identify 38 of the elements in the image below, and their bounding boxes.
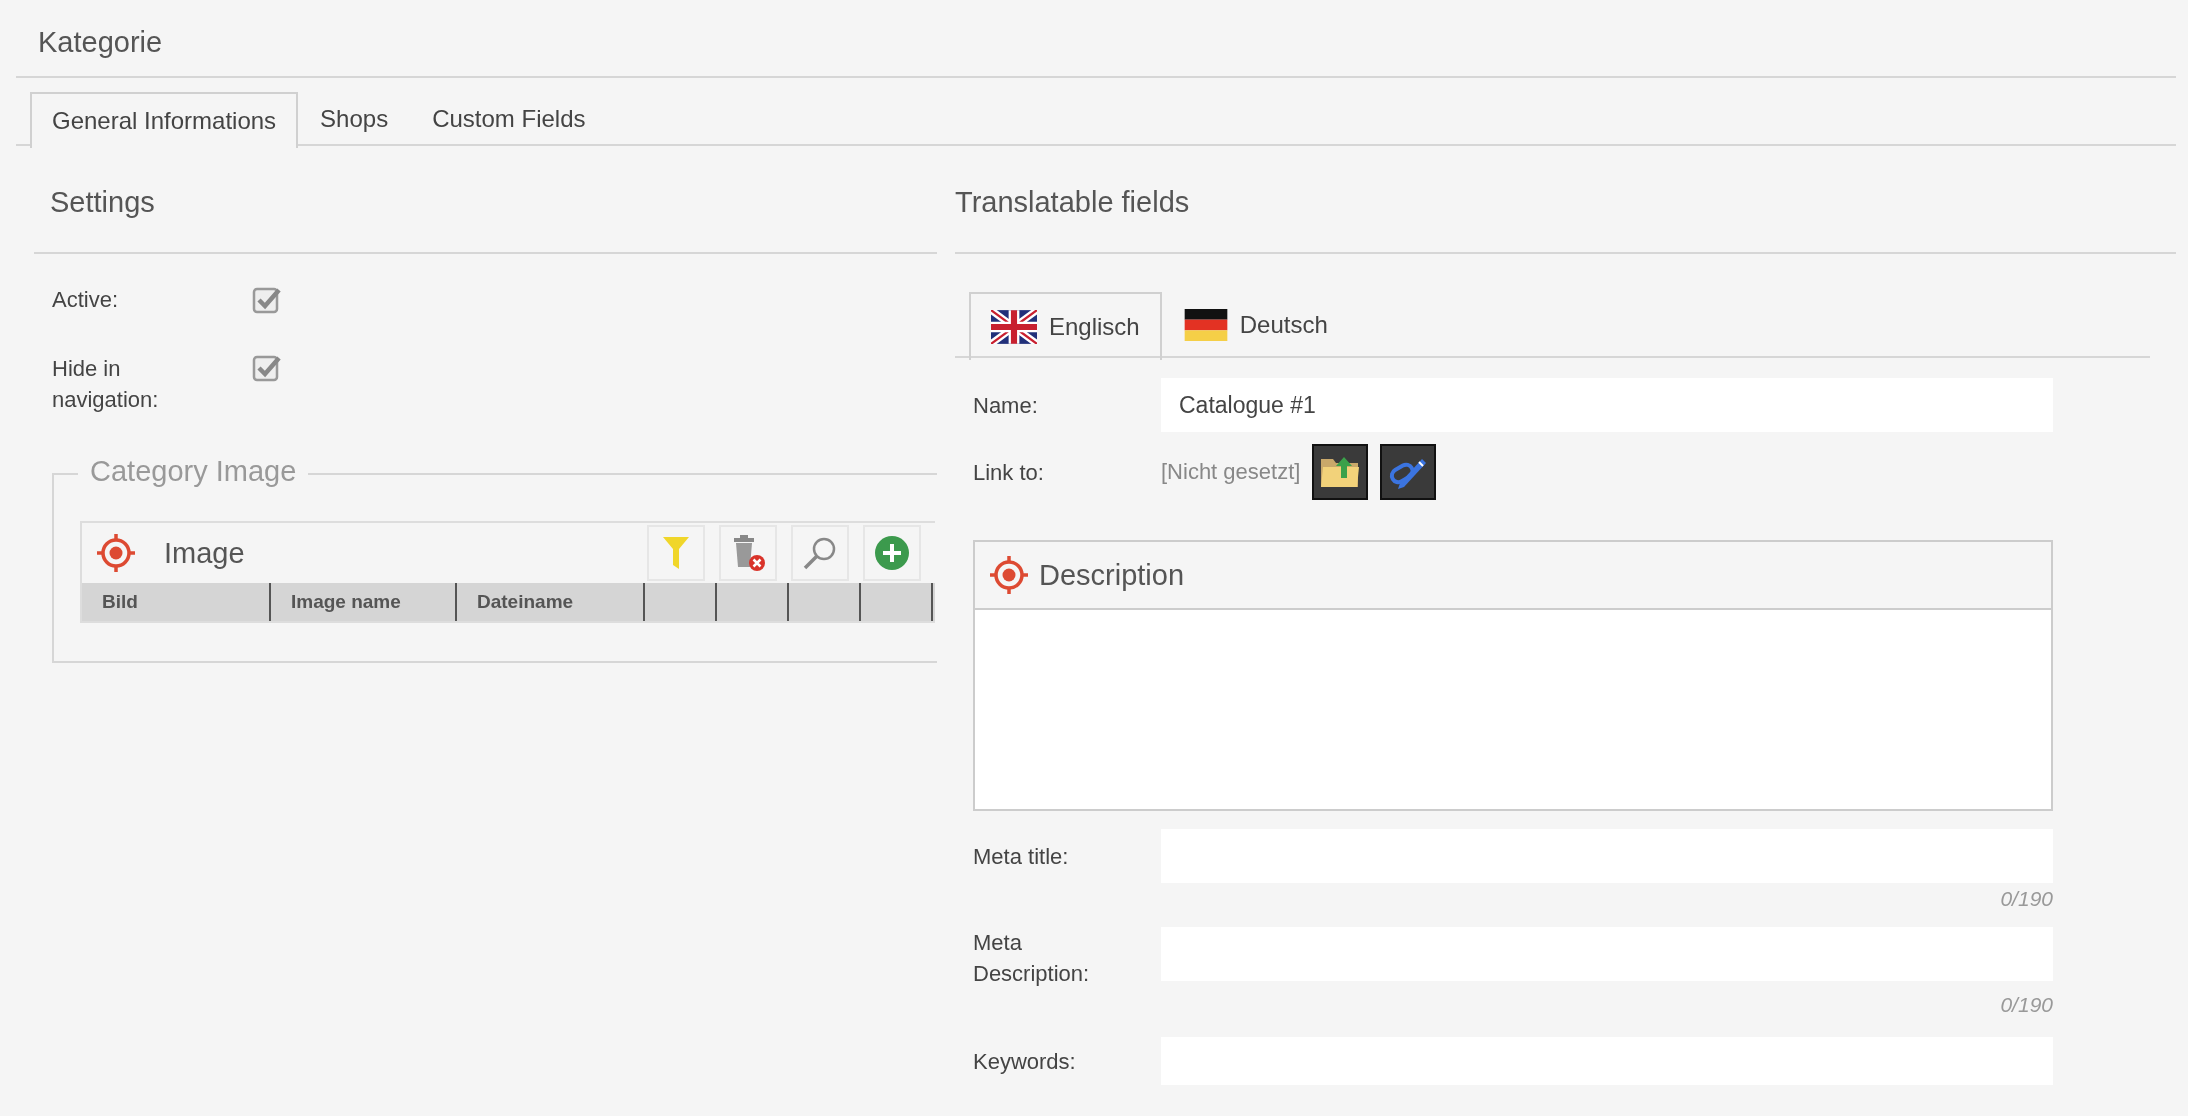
field-label: Active: — [52, 286, 120, 314]
tab[interactable]: Custom Fields — [410, 92, 608, 144]
search-icon — [802, 535, 838, 571]
tab[interactable]: Shops — [298, 92, 411, 144]
character-counter: 0/190 — [1999, 993, 2053, 1017]
column-header[interactable]: Bild — [82, 583, 271, 621]
target-icon — [96, 533, 136, 573]
panel-title: Image — [164, 536, 246, 570]
filter-icon — [662, 536, 690, 570]
language-tab[interactable]: Deutsch — [1161, 292, 1350, 356]
flag-icon — [991, 310, 1037, 344]
field-label: Meta title: — [973, 842, 1070, 871]
add-button[interactable] — [863, 525, 921, 581]
link-value: [Nicht gesetzt] — [1161, 459, 1301, 485]
delete-button[interactable] — [719, 525, 777, 581]
column-header[interactable]: Image name — [271, 583, 457, 621]
field-label: Hide in navigation: — [52, 355, 160, 414]
character-counter: 0/190 — [1999, 887, 2053, 911]
search-button[interactable] — [791, 525, 849, 581]
field-label: Link to: — [973, 458, 1045, 487]
section-title: Translatable fields — [955, 146, 2176, 254]
checked-checkbox[interactable] — [252, 353, 282, 383]
flag-icon — [1183, 309, 1228, 341]
add-icon — [874, 535, 910, 571]
column-header[interactable]: Dateiname — [457, 583, 645, 621]
folder-upload-icon — [1320, 455, 1361, 489]
tab[interactable]: General Informations — [30, 92, 299, 148]
field-label: Keywords: — [973, 1047, 1077, 1076]
choose-link-button[interactable] — [1312, 444, 1369, 500]
field-label: Name: — [973, 391, 1039, 420]
panel-title: Description — [1039, 558, 1185, 592]
language-tab[interactable]: Englisch — [969, 292, 1162, 360]
edit-link-button[interactable] — [1380, 444, 1437, 500]
name-field[interactable]: Catalogue #1 — [1161, 378, 2053, 432]
target-icon — [989, 555, 1029, 595]
field-label: Meta Description: — [973, 929, 1091, 988]
section-title: Settings — [34, 146, 937, 254]
page-title: Kategorie — [16, 0, 2176, 78]
